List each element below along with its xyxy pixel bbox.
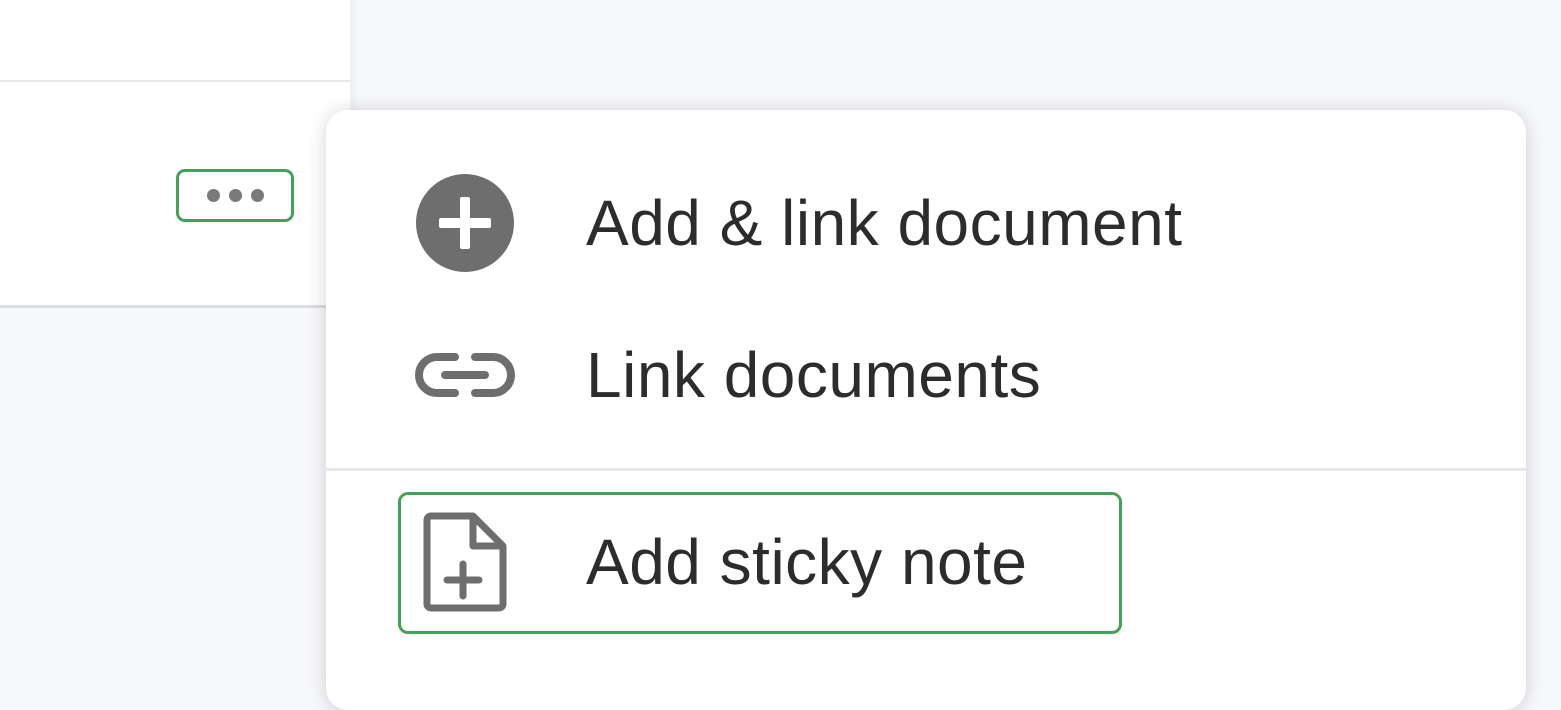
plus-circle-icon <box>414 173 516 273</box>
more-options-button[interactable] <box>176 169 294 222</box>
menu-item-add-link-document[interactable]: Add & link document <box>326 138 1526 308</box>
record-panel <box>0 0 350 308</box>
menu-item-label: Link documents <box>586 339 1042 411</box>
focus-highlight <box>398 492 1122 634</box>
link-icon <box>414 350 516 400</box>
dropdown-menu: Add & link document Link documents Add s… <box>326 110 1526 710</box>
panel-divider <box>0 80 350 82</box>
background-area <box>0 308 350 659</box>
ellipsis-icon <box>250 189 264 202</box>
ellipsis-icon <box>228 189 242 202</box>
menu-item-link-documents[interactable]: Link documents <box>326 315 1526 435</box>
menu-divider <box>326 468 1526 471</box>
ellipsis-icon <box>206 189 220 202</box>
menu-item-label: Add & link document <box>586 187 1183 259</box>
